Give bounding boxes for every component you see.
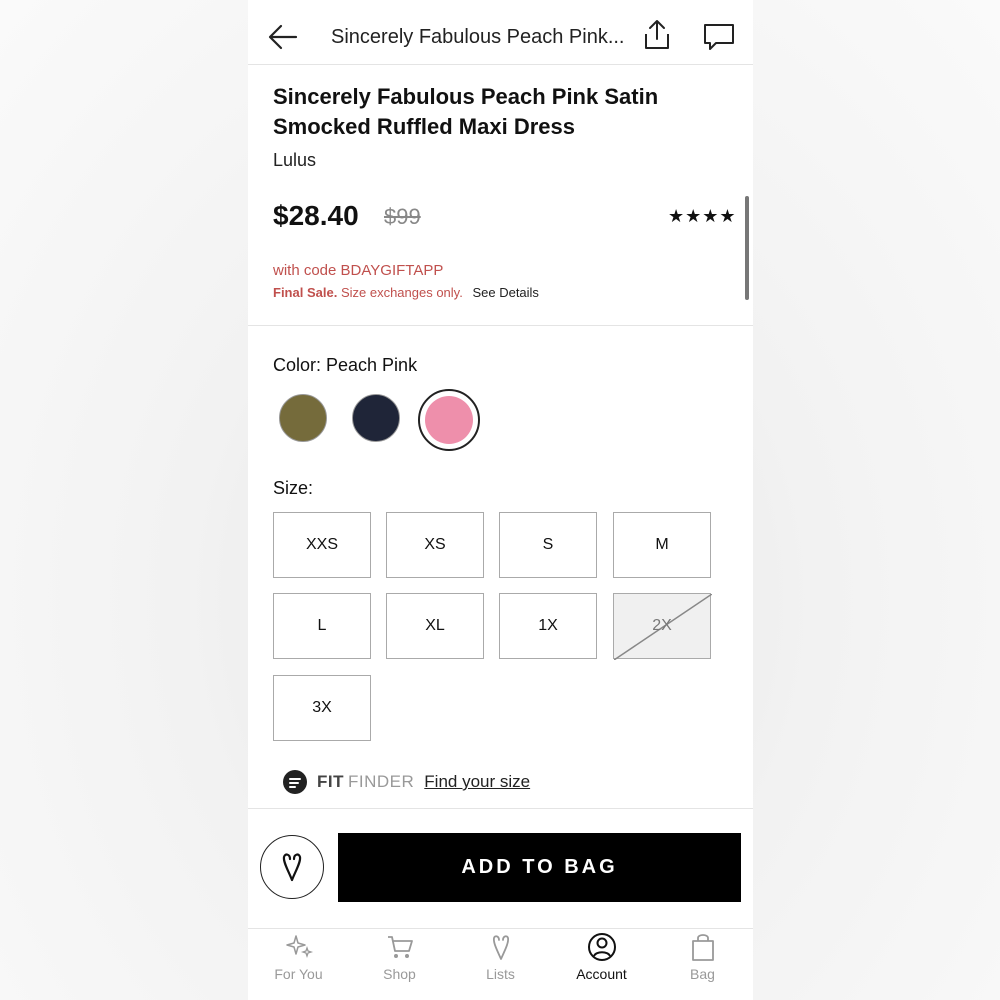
size-option-xl[interactable]: XL: [386, 593, 484, 659]
star-icon: ★: [668, 206, 686, 226]
size-option-label: 2X: [652, 617, 672, 634]
divider: [248, 325, 753, 326]
nav-item-lists[interactable]: Lists: [450, 932, 551, 994]
nav-item-shop[interactable]: Shop: [349, 932, 450, 994]
nav-label: For You: [274, 966, 323, 982]
back-arrow-icon[interactable]: [266, 20, 300, 54]
size-option-xs[interactable]: XS: [386, 512, 484, 578]
promo-code-text: with code BDAYGIFTAPP: [273, 262, 444, 279]
share-icon[interactable]: [640, 18, 674, 52]
add-to-bag-button[interactable]: ADD TO BAG: [338, 833, 741, 902]
divider: [248, 808, 753, 809]
cart-icon: [387, 936, 413, 958]
original-price: $99: [384, 204, 421, 229]
product-brand[interactable]: Lulus: [273, 150, 316, 171]
color-swatch-peach-pink[interactable]: [425, 396, 473, 444]
size-option-s[interactable]: S: [499, 512, 597, 578]
nav-label: Account: [576, 966, 627, 982]
nav-item-bag[interactable]: Bag: [652, 932, 753, 994]
final-sale-note: Final Sale. Size exchanges only. See Det…: [273, 285, 539, 300]
star-icon: ★: [719, 206, 737, 226]
size-label: Size:: [273, 478, 314, 498]
product-screen: Sincerely Fabulous Peach Pink... Sincere…: [248, 0, 753, 1000]
fit-finder-name-light: FINDER: [348, 772, 415, 791]
size-option-3x[interactable]: 3X: [273, 675, 371, 741]
product-title: Sincerely Fabulous Peach Pink Satin Smoc…: [273, 84, 659, 139]
bag-icon: [691, 934, 714, 961]
find-your-size-link[interactable]: Find your size: [424, 772, 530, 792]
sale-price: $28.40: [273, 200, 359, 231]
color-swatch-navy[interactable]: [352, 394, 400, 442]
account-icon: [587, 933, 616, 961]
final-sale-detail: Size exchanges only.: [340, 285, 463, 300]
size-option-xxs[interactable]: XXS: [273, 512, 371, 578]
nav-label: Shop: [383, 966, 416, 982]
rating-stars[interactable]: ★★★★: [668, 206, 737, 227]
nav-label: Lists: [486, 966, 515, 982]
nav-label: Bag: [690, 966, 715, 982]
heart-v-icon: [492, 935, 509, 960]
chat-icon[interactable]: [702, 20, 736, 54]
color-label: Color: Peach Pink: [273, 355, 418, 375]
top-bar: Sincerely Fabulous Peach Pink...: [248, 0, 753, 65]
heart-v-icon: [282, 853, 302, 882]
divider: [248, 928, 753, 929]
nav-item-for-you[interactable]: For You: [248, 932, 349, 994]
star-icon: ★: [685, 206, 703, 226]
see-details-link[interactable]: See Details: [472, 285, 538, 300]
star-icon: ★: [702, 206, 720, 226]
nav-item-account[interactable]: Account: [551, 932, 652, 994]
size-option-l[interactable]: L: [273, 593, 371, 659]
fit-finder-logo-icon: [283, 770, 307, 794]
fit-finder-name-bold: FIT: [317, 772, 344, 791]
final-sale-label: Final Sale.: [273, 285, 338, 300]
wishlist-button[interactable]: [260, 835, 324, 899]
fit-finder: FIT FINDER Find your size: [283, 768, 530, 796]
page-title: Sincerely Fabulous Peach Pink...: [331, 26, 625, 48]
size-option-m[interactable]: M: [613, 512, 711, 578]
size-option-2x-unavailable[interactable]: 2X: [613, 593, 712, 660]
color-swatch-olive[interactable]: [279, 394, 327, 442]
size-option-1x[interactable]: 1X: [499, 593, 597, 659]
scrollbar[interactable]: [745, 196, 749, 300]
sparkle-icon: [285, 935, 313, 959]
